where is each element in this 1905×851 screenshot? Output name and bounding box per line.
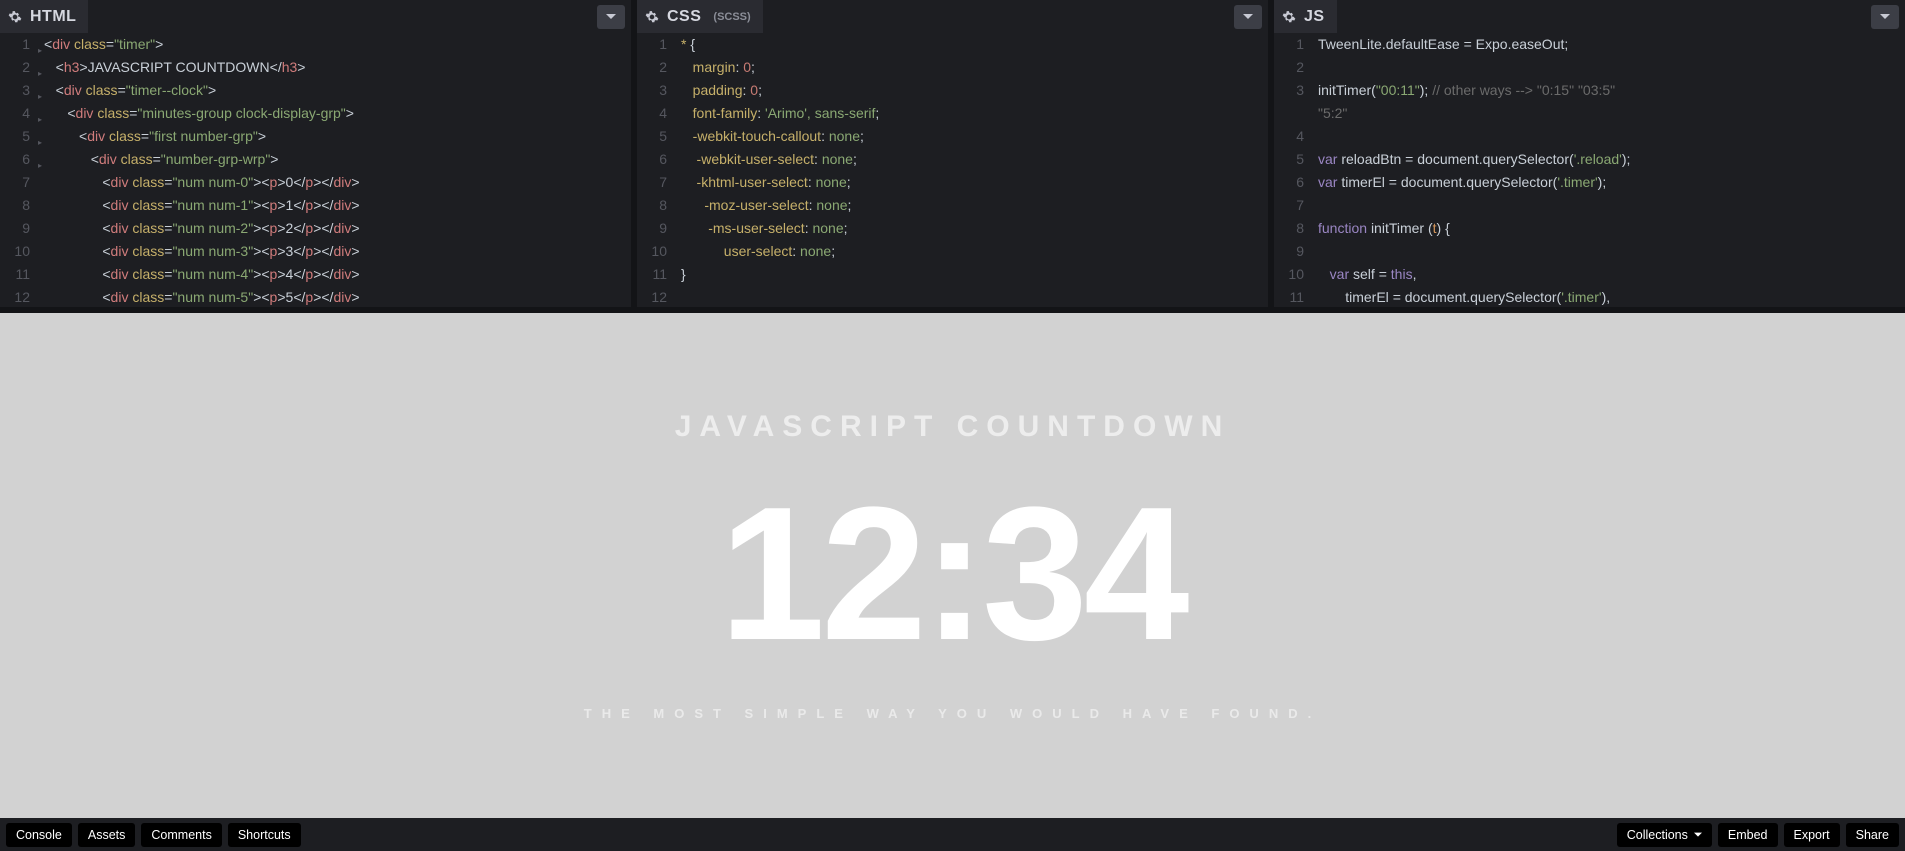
js-pane-header: JS: [1274, 0, 1905, 33]
assets-button[interactable]: Assets: [78, 823, 136, 847]
shortcuts-button[interactable]: Shortcuts: [228, 823, 301, 847]
js-editor[interactable]: 1TweenLite.defaultEase = Expo.easeOut;23…: [1274, 33, 1905, 307]
js-pane: JS 1TweenLite.defaultEase = Expo.easeOut…: [1274, 0, 1905, 307]
preview-tagline: THE MOST SIMPLE WAY YOU WOULD HAVE FOUND…: [584, 706, 1321, 721]
gear-icon[interactable]: [8, 10, 22, 24]
embed-button[interactable]: Embed: [1718, 823, 1778, 847]
css-pane: CSS (SCSS) 1* {2 margin: 0;3 padding: 0;…: [637, 0, 1268, 307]
bottom-bar: Console Assets Comments Shortcuts Collec…: [0, 818, 1905, 851]
editor-row: HTML 1▸<div class="timer">2▸ <h3>JAVASCR…: [0, 0, 1905, 313]
preview-title: JAVASCRIPT COUNTDOWN: [675, 410, 1231, 444]
css-pane-title: CSS: [667, 8, 701, 26]
html-pane-title: HTML: [30, 8, 76, 26]
console-button[interactable]: Console: [6, 823, 72, 847]
export-button[interactable]: Export: [1784, 823, 1840, 847]
gear-icon[interactable]: [645, 10, 659, 24]
html-dropdown[interactable]: [597, 5, 625, 29]
css-pane-header: CSS (SCSS): [637, 0, 1268, 33]
css-editor[interactable]: 1* {2 margin: 0;3 padding: 0;4 font-fami…: [637, 33, 1268, 307]
html-pane: HTML 1▸<div class="timer">2▸ <h3>JAVASCR…: [0, 0, 631, 307]
js-pane-title: JS: [1304, 8, 1325, 26]
gear-icon[interactable]: [1282, 10, 1296, 24]
html-pane-header: HTML: [0, 0, 631, 33]
css-pane-subtitle: (SCSS): [713, 11, 750, 23]
js-dropdown[interactable]: [1871, 5, 1899, 29]
share-button[interactable]: Share: [1846, 823, 1899, 847]
comments-button[interactable]: Comments: [141, 823, 221, 847]
css-dropdown[interactable]: [1234, 5, 1262, 29]
preview-clock: 12:34: [720, 494, 1186, 656]
html-editor[interactable]: 1▸<div class="timer">2▸ <h3>JAVASCRIPT C…: [0, 33, 631, 307]
preview-pane: JAVASCRIPT COUNTDOWN 12:34 THE MOST SIMP…: [0, 313, 1905, 818]
collections-button[interactable]: Collections: [1617, 823, 1712, 847]
